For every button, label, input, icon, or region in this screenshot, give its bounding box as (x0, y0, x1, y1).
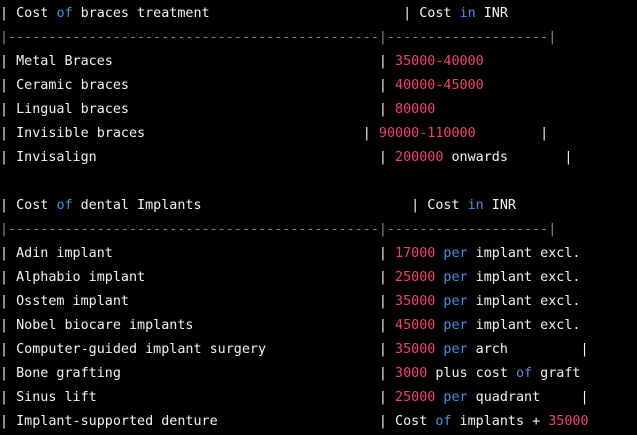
text-segment: of (56, 6, 73, 21)
text-segment: in (459, 6, 476, 21)
table-row: | Cost of braces treatment | Cost in INR (0, 2, 637, 26)
text-segment: onwards | (443, 150, 573, 165)
table-row: | Cost of dental Implants | Cost in INR (0, 194, 637, 218)
text-segment: of (56, 198, 73, 213)
text-segment: | Ceramic braces | (0, 78, 396, 93)
text-segment: | (0, 174, 637, 189)
table-row: | Nobel biocare implants | 45000 per imp… (0, 314, 637, 338)
table-row: | Bone grafting | 3000 plus cost of graf… (0, 362, 637, 386)
text-segment: | Osstem implant | (0, 294, 396, 309)
text-segment: per (443, 246, 468, 261)
text-segment: braces treatment | Cost (72, 6, 460, 21)
text-segment: | Invisible braces | (0, 126, 379, 141)
table-row: |---------------------------------------… (0, 218, 637, 242)
table-row: | Computer-guided implant surgery | 3500… (0, 338, 637, 362)
text-segment: per (443, 390, 468, 405)
text-segment: 25000 (395, 390, 436, 405)
text-segment: implant excl. (467, 246, 581, 261)
text-segment: 35000-40000 (395, 54, 484, 69)
text-segment: plus cost (427, 366, 516, 381)
text-segment: per (443, 270, 468, 285)
text-segment: | Bone grafting | (0, 366, 396, 381)
text-segment: 40000-45000 (395, 78, 484, 93)
text-segment: | Computer-guided implant surgery | (0, 342, 396, 357)
text-segment: of (515, 366, 533, 381)
text-segment: implant excl. (467, 318, 581, 333)
table-row: | Adin implant | 17000 per implant excl. (0, 242, 637, 266)
text-segment: dental Implants | Cost (72, 198, 468, 213)
text-segment: | Adin implant | (0, 246, 396, 261)
text-segment: 35000 (395, 342, 436, 357)
text-segment: | Metal Braces | (0, 54, 396, 69)
text-segment: | Cost (0, 6, 57, 21)
text-segment: implants + (451, 414, 549, 429)
table-row: | Osstem implant | 35000 per implant exc… (0, 290, 637, 314)
text-segment: of (435, 414, 452, 429)
table-row: | Invisalign | 200000 onwards | (0, 146, 637, 170)
text-segment: |---------------------------------------… (0, 30, 557, 45)
text-segment: arch | (467, 342, 589, 357)
text-segment: | Invisalign | (0, 150, 396, 165)
text-segment: 35000 (548, 414, 589, 429)
text-segment: graft (532, 366, 581, 381)
text-segment: 90000-110000 (378, 126, 476, 141)
table-row: | Implant-supported denture | Cost of im… (0, 410, 637, 434)
text-segment: | Implant-supported denture | Cost (0, 414, 436, 429)
table-row: | Lingual braces | 80000 (0, 98, 637, 122)
text-segment: per (443, 318, 468, 333)
text-segment: quadrant | (467, 390, 589, 405)
text-segment: implant excl. (467, 294, 581, 309)
text-segment: 200000 (395, 150, 444, 165)
text-segment: | (475, 126, 549, 141)
text-segment: | Cost (0, 198, 57, 213)
text-segment: INR (475, 6, 508, 21)
text-segment: 45000 (395, 318, 436, 333)
table-row: | (0, 170, 637, 194)
code-output-panel: | Cost of braces treatment | Cost in INR… (0, 0, 637, 435)
table-row: | Ceramic braces | 40000-45000 (0, 74, 637, 98)
text-segment: 25000 (395, 270, 436, 285)
table-row: | Sinus lift | 25000 per quadrant | (0, 386, 637, 410)
text-segment: per (443, 294, 468, 309)
text-segment: implant excl. (467, 270, 581, 285)
table-row: | Invisible braces | 90000-110000 | (0, 122, 637, 146)
text-segment: | Alphabio implant | (0, 270, 396, 285)
text-segment: | Nobel biocare implants | (0, 318, 396, 333)
text-segment: 35000 (395, 294, 436, 309)
text-segment: | Sinus lift | (0, 390, 396, 405)
table-row: |---------------------------------------… (0, 26, 637, 50)
text-segment: 17000 (395, 246, 436, 261)
text-segment: per (443, 342, 468, 357)
text-segment: 3000 (395, 366, 428, 381)
text-segment: | Lingual braces | (0, 102, 396, 117)
table-row: | Alphabio implant | 25000 per implant e… (0, 266, 637, 290)
text-segment: in (467, 198, 484, 213)
text-segment: 80000 (395, 102, 436, 117)
table-row: | Metal Braces | 35000-40000 (0, 50, 637, 74)
text-segment: INR (483, 198, 516, 213)
text-segment: |---------------------------------------… (0, 222, 557, 237)
